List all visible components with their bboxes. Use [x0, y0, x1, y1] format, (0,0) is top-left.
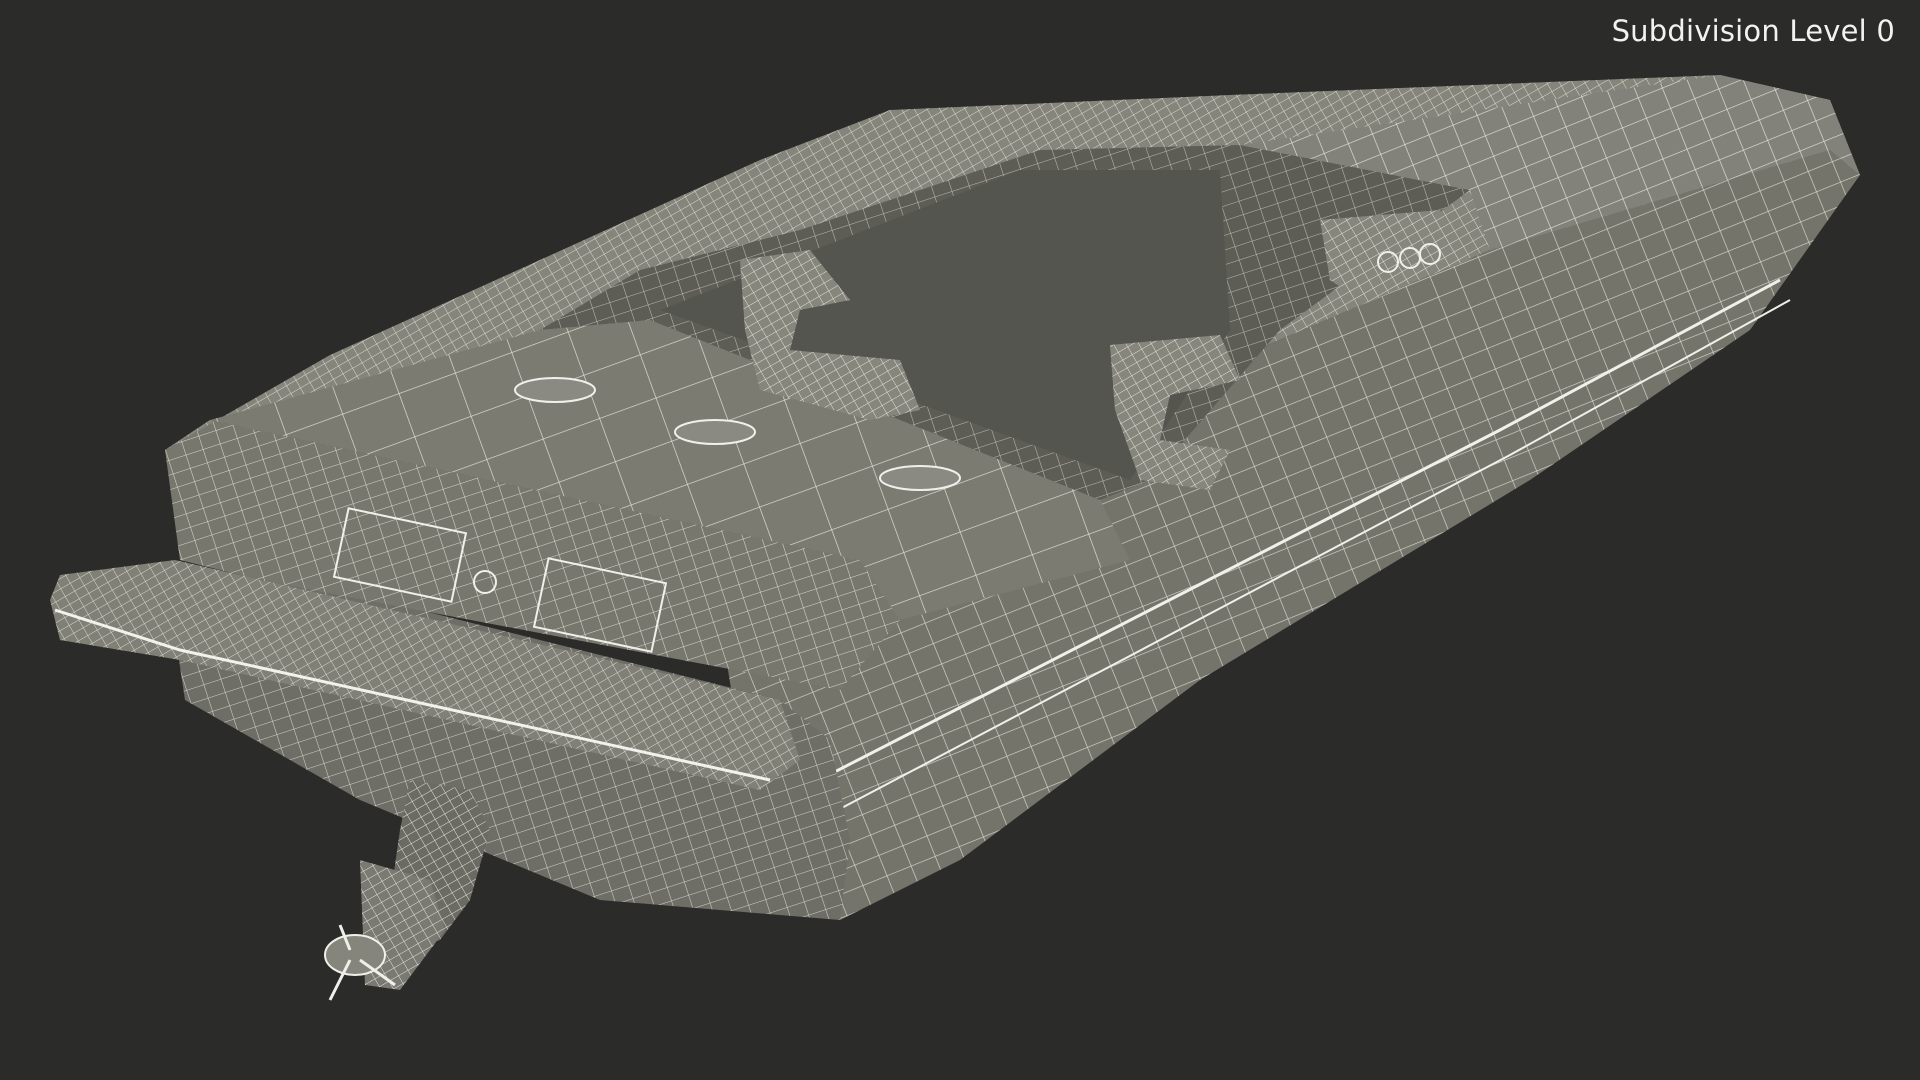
speedboat-wireframe-icon	[50, 75, 1860, 1001]
stern-drive	[324, 780, 490, 1001]
3d-viewport: Subdivision Level 0	[0, 0, 1920, 1080]
